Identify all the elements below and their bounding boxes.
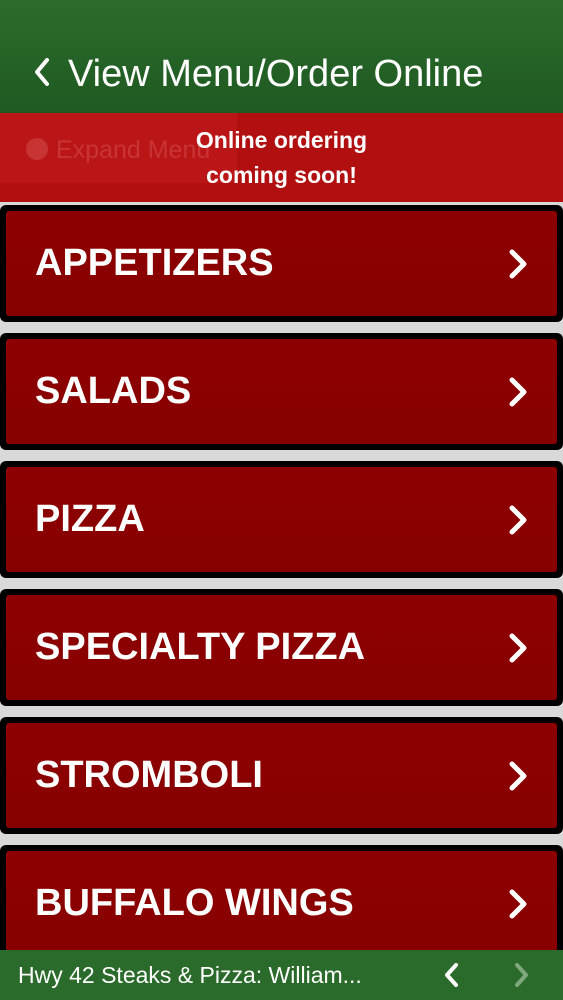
- bottom-toolbar: Hwy 42 Steaks & Pizza: William...: [0, 950, 563, 1000]
- menu-item-stromboli[interactable]: STROMBOLI: [0, 717, 563, 834]
- menu-item-label: SALADS: [35, 370, 192, 412]
- chevron-right-icon: [509, 249, 527, 279]
- arrow-left-icon[interactable]: [441, 962, 463, 988]
- menu-item-appetizers[interactable]: APPETIZERS: [0, 205, 563, 322]
- menu-item-buffalo-wings[interactable]: BUFFALO WINGS: [0, 845, 563, 962]
- chevron-right-icon: [509, 505, 527, 535]
- chevron-right-icon: [509, 761, 527, 791]
- menu-item-label: STROMBOLI: [35, 754, 263, 796]
- page-title: View Menu/Order Online: [68, 53, 484, 95]
- menu-item-pizza[interactable]: PIZZA: [0, 461, 563, 578]
- chevron-right-icon: [509, 377, 527, 407]
- arrow-right-icon[interactable]: [510, 962, 532, 988]
- chevron-left-icon[interactable]: [30, 52, 54, 92]
- menu-item-label: SPECIALTY PIZZA: [35, 626, 366, 668]
- nav-bar: View Menu/Order Online: [0, 0, 563, 113]
- footer-page-title: Hwy 42 Steaks & Pizza: William...: [18, 962, 362, 988]
- menu-item-label: APPETIZERS: [35, 242, 274, 284]
- app-screen: View Menu/Order Online Expand Menu Onlin…: [0, 0, 563, 1000]
- menu-item-specialty-pizza[interactable]: SPECIALTY PIZZA: [0, 589, 563, 706]
- chevron-right-icon: [509, 889, 527, 919]
- menu-item-body: SALADS: [6, 339, 557, 444]
- menu-item-label: PIZZA: [35, 498, 145, 540]
- notice-line-2: coming soon!: [206, 162, 357, 188]
- menu-item-label: BUFFALO WINGS: [35, 882, 354, 924]
- chevron-right-icon: [509, 633, 527, 663]
- menu-item-body: PIZZA: [6, 467, 557, 572]
- menu-item-body: STROMBOLI: [6, 723, 557, 828]
- notice-line-1: Online ordering: [195, 127, 368, 153]
- menu-item-body: APPETIZERS: [6, 211, 557, 316]
- menu-category-list: APPETIZERS SALADS PIZZA SPECIALTY PIZZA …: [0, 202, 563, 962]
- menu-item-body: BUFFALO WINGS: [6, 851, 557, 956]
- menu-item-salads[interactable]: SALADS: [0, 333, 563, 450]
- menu-item-body: SPECIALTY PIZZA: [6, 595, 557, 700]
